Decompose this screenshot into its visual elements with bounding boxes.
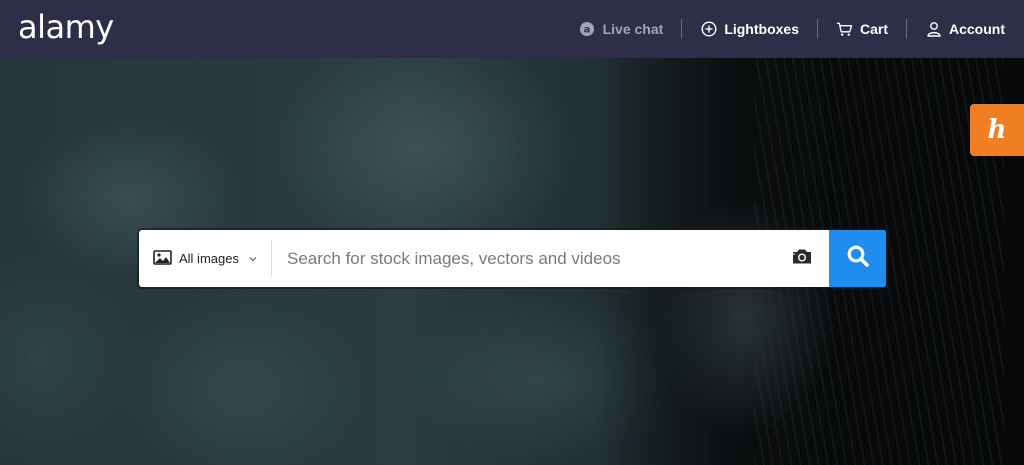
search-button[interactable] bbox=[829, 230, 886, 287]
user-icon bbox=[925, 21, 942, 38]
search-bar: All images bbox=[139, 230, 886, 287]
alamy-logo[interactable]: alamy bbox=[18, 9, 114, 45]
visual-search-button[interactable] bbox=[774, 230, 829, 287]
cart-label: Cart bbox=[859, 21, 888, 37]
honey-extension-tab[interactable]: h bbox=[970, 104, 1024, 156]
magnifier-icon bbox=[846, 244, 870, 273]
search-input[interactable] bbox=[272, 230, 774, 287]
image-icon bbox=[153, 249, 172, 268]
cart-link[interactable]: Cart bbox=[818, 19, 906, 39]
plus-circle-icon bbox=[700, 21, 717, 38]
svg-text:a: a bbox=[584, 25, 591, 36]
honey-glyph: h bbox=[987, 115, 1007, 145]
account-link[interactable]: Account bbox=[907, 19, 1024, 39]
image-type-selected: All images bbox=[179, 251, 239, 266]
top-header: alamy a Live chat Lightboxes Cart Accoun… bbox=[0, 0, 1024, 58]
live-chat-link[interactable]: a Live chat bbox=[561, 19, 682, 39]
live-chat-label: Live chat bbox=[602, 21, 664, 37]
camera-icon bbox=[791, 248, 813, 270]
lightboxes-link[interactable]: Lightboxes bbox=[682, 19, 817, 39]
lightboxes-label: Lightboxes bbox=[724, 21, 799, 37]
header-nav: a Live chat Lightboxes Cart Account bbox=[561, 0, 1024, 58]
account-label: Account bbox=[949, 21, 1005, 37]
chevron-down-icon bbox=[249, 254, 257, 264]
cart-icon bbox=[836, 21, 853, 38]
image-type-dropdown[interactable]: All images bbox=[139, 240, 272, 277]
chat-bubble-icon: a bbox=[579, 21, 596, 38]
page: alamy a Live chat Lightboxes Cart Accoun… bbox=[0, 0, 1024, 465]
